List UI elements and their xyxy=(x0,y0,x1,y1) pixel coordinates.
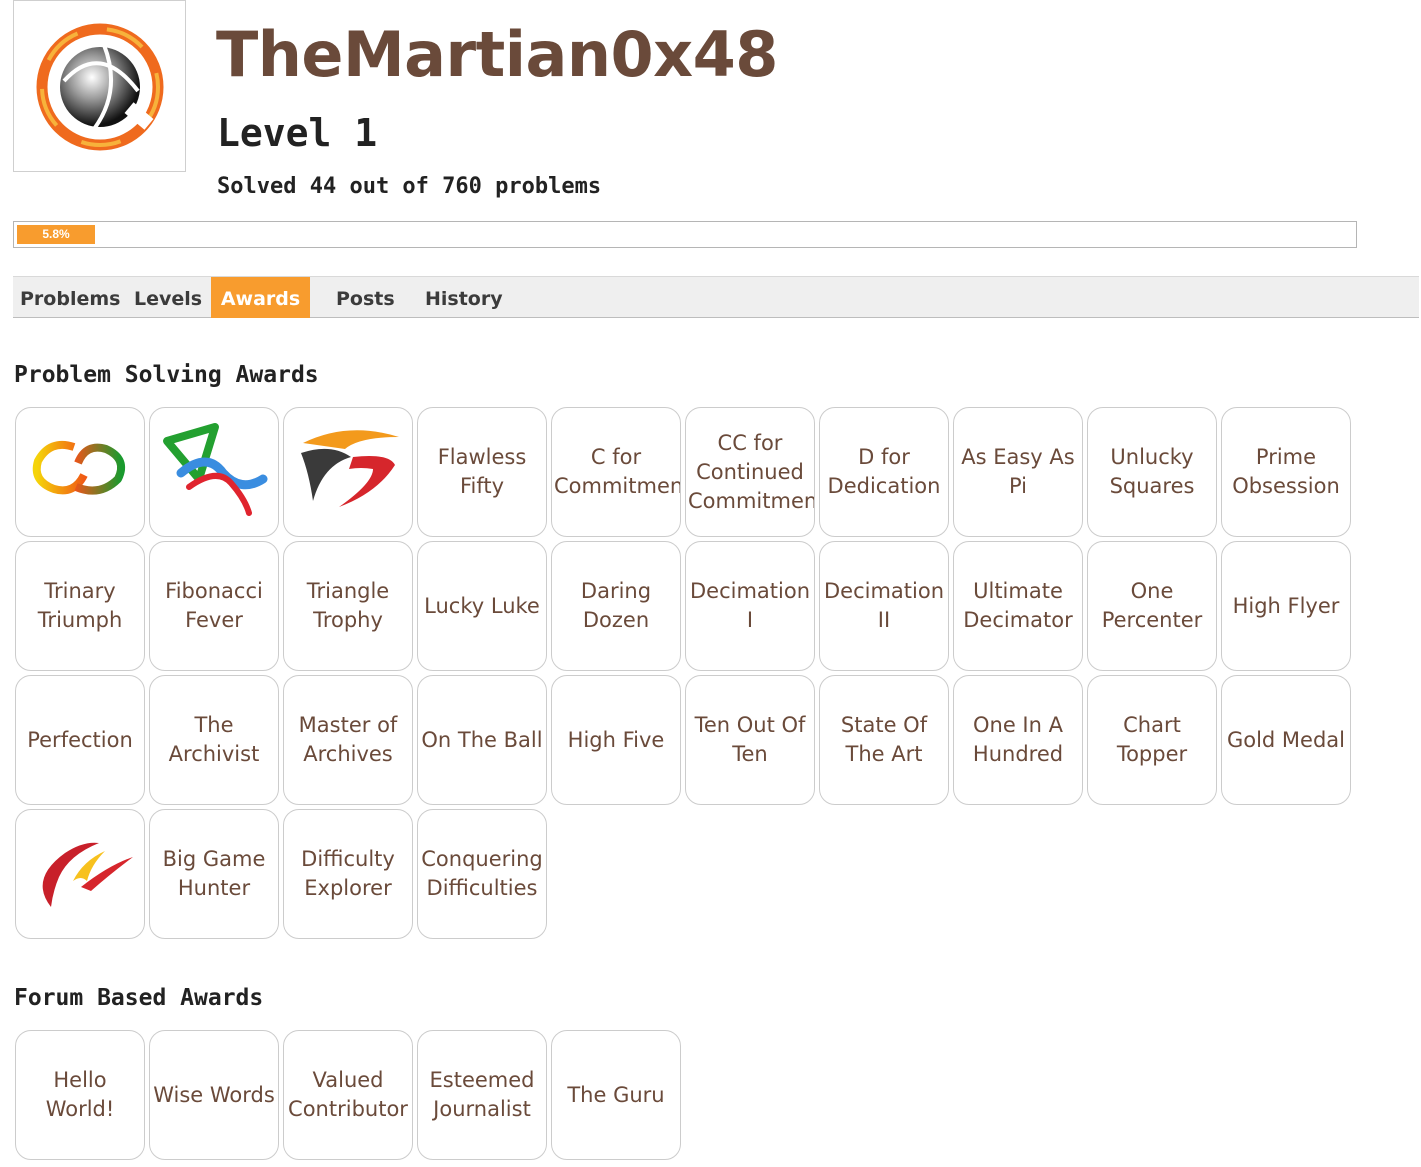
badge-label: Perfection xyxy=(27,727,133,752)
problem-award-badge[interactable]: On The Ball xyxy=(417,675,547,805)
badge-label: Unlucky Squares xyxy=(1109,445,1195,498)
problem-award-badge[interactable]: The Archivist xyxy=(149,675,279,805)
badge-label: As Easy As Pi xyxy=(961,445,1075,498)
badge-label: CC for Continued Commitment xyxy=(688,430,815,513)
badge-label: Master of Archives xyxy=(298,713,398,766)
orange-ring-globe-logo-icon xyxy=(36,23,164,151)
badge-label: Chart Topper xyxy=(1116,713,1188,766)
tab-levels[interactable]: Levels xyxy=(134,277,202,318)
badge-label: Valued Contributor xyxy=(288,1068,408,1121)
badge-label: Hello World! xyxy=(45,1068,115,1121)
problem-award-badge-swoosh-wing[interactable] xyxy=(283,407,413,537)
badge-label: Lucky Luke xyxy=(424,593,540,618)
badge-label: Wise Words xyxy=(153,1082,275,1107)
forum-awards-title: Forum Based Awards xyxy=(14,985,264,1011)
problem-award-badge[interactable]: Difficulty Explorer xyxy=(283,809,413,939)
linked-rings-icon xyxy=(30,433,130,511)
problem-award-badge[interactable]: Master of Archives xyxy=(283,675,413,805)
progress-fill: 5.8% xyxy=(17,225,95,244)
problem-award-badge[interactable]: CC for Continued Commitment xyxy=(685,407,815,537)
badge-label: Trinary Triumph xyxy=(37,579,123,632)
forum-award-badge[interactable]: Valued Contributor xyxy=(283,1030,413,1160)
solved-count: Solved 44 out of 760 problems xyxy=(217,174,602,199)
forum-award-badge[interactable]: Hello World! xyxy=(15,1030,145,1160)
badge-label: Daring Dozen xyxy=(580,579,652,632)
tab-posts[interactable]: Posts xyxy=(336,277,395,318)
badge-label: The Guru xyxy=(567,1082,665,1107)
problem-award-badge[interactable]: Ten Out Of Ten xyxy=(685,675,815,805)
problem-award-badge[interactable]: High Flyer xyxy=(1221,541,1351,671)
forum-award-badge[interactable]: Esteemed Journalist xyxy=(417,1030,547,1160)
swoosh-wing-icon xyxy=(293,423,403,521)
problem-awards-title: Problem Solving Awards xyxy=(14,362,319,388)
badge-label: C for Commitment xyxy=(554,445,681,498)
problem-award-badge[interactable]: As Easy As Pi xyxy=(953,407,1083,537)
problem-award-badge[interactable]: Prime Obsession xyxy=(1221,407,1351,537)
badge-label: One Percenter xyxy=(1101,579,1203,632)
badge-label: One In A Hundred xyxy=(972,713,1064,766)
badge-label: Gold Medal xyxy=(1226,727,1346,752)
badge-label: Fibonacci Fever xyxy=(165,579,263,632)
badge-label: Triangle Trophy xyxy=(306,579,390,632)
problem-award-badge[interactable]: High Five xyxy=(551,675,681,805)
badge-label: Conquering Difficulties xyxy=(421,847,543,900)
badge-label: High Five xyxy=(567,727,665,752)
progress-bar: 5.8% xyxy=(13,221,1357,248)
problem-award-badge-ribbon-shapes[interactable] xyxy=(149,407,279,537)
badge-label: Flawless Fifty xyxy=(437,445,527,498)
problem-award-badge[interactable]: Gold Medal xyxy=(1221,675,1351,805)
badge-label: Big Game Hunter xyxy=(162,847,266,900)
problem-award-badge[interactable]: Decimation II xyxy=(819,541,949,671)
problem-award-badge[interactable]: Daring Dozen xyxy=(551,541,681,671)
badge-label: D for Dedication xyxy=(827,445,941,498)
profile-tabs: Problems Levels Awards Posts History xyxy=(13,276,1419,318)
badge-label: Decimation I xyxy=(689,579,811,632)
problem-award-badge[interactable]: One Percenter xyxy=(1087,541,1217,671)
badge-label: State Of The Art xyxy=(840,713,928,766)
badge-label: Prime Obsession xyxy=(1232,445,1340,498)
problem-award-badge[interactable]: Trinary Triumph xyxy=(15,541,145,671)
badge-label: High Flyer xyxy=(1232,593,1340,618)
badge-label: Decimation II xyxy=(823,579,945,632)
problem-award-badge[interactable]: Chart Topper xyxy=(1087,675,1217,805)
level-label: Level 1 xyxy=(217,111,378,155)
problem-award-badge[interactable]: Decimation I xyxy=(685,541,815,671)
badge-label: Ultimate Decimator xyxy=(963,579,1073,632)
problem-award-badge-flame-streak[interactable] xyxy=(15,809,145,939)
badge-label: The Archivist xyxy=(168,713,260,766)
problem-award-badge[interactable]: Big Game Hunter xyxy=(149,809,279,939)
problem-award-badge-linked-rings[interactable] xyxy=(15,407,145,537)
problem-award-badge[interactable]: One In A Hundred xyxy=(953,675,1083,805)
problem-award-badge[interactable]: Lucky Luke xyxy=(417,541,547,671)
forum-award-badge[interactable]: The Guru xyxy=(551,1030,681,1160)
problem-award-badge[interactable]: Triangle Trophy xyxy=(283,541,413,671)
flame-streak-icon xyxy=(25,825,135,923)
problem-award-badge[interactable]: Flawless Fifty xyxy=(417,407,547,537)
problem-award-badge[interactable]: Conquering Difficulties xyxy=(417,809,547,939)
problem-award-badge[interactable]: D for Dedication xyxy=(819,407,949,537)
tab-problems[interactable]: Problems xyxy=(20,277,120,318)
badge-label: On The Ball xyxy=(421,727,543,752)
problem-award-badge[interactable]: Ultimate Decimator xyxy=(953,541,1083,671)
problem-award-badge[interactable]: Perfection xyxy=(15,675,145,805)
avatar xyxy=(13,0,186,172)
tab-awards[interactable]: Awards xyxy=(211,277,310,318)
username: TheMartian0x48 xyxy=(216,18,778,91)
forum-award-badge[interactable]: Wise Words xyxy=(149,1030,279,1160)
problem-award-badge[interactable]: State Of The Art xyxy=(819,675,949,805)
badge-label: Ten Out Of Ten xyxy=(694,713,806,766)
badge-label: Esteemed Journalist xyxy=(429,1068,535,1121)
problem-award-badge[interactable]: C for Commitment xyxy=(551,407,681,537)
tab-history[interactable]: History xyxy=(425,277,503,318)
problem-award-badge[interactable]: Unlucky Squares xyxy=(1087,407,1217,537)
ribbon-shapes-icon xyxy=(159,421,269,524)
problem-award-badge[interactable]: Fibonacci Fever xyxy=(149,541,279,671)
badge-label: Difficulty Explorer xyxy=(301,847,395,900)
